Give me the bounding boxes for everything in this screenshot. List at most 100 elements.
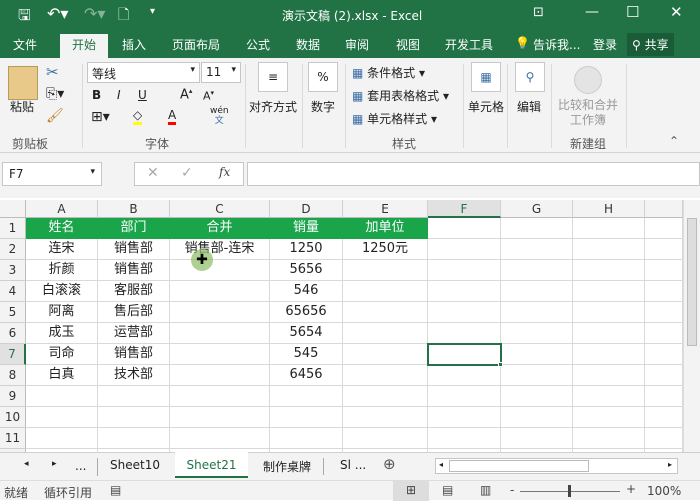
vertical-scrollbar[interactable] [683,200,700,452]
zoom-in-button[interactable]: + [626,482,636,496]
font-color-icon[interactable]: A [168,108,177,125]
paste-button[interactable]: 粘贴 [10,98,34,115]
editing-button[interactable]: 编辑 [517,98,541,115]
cell[interactable] [170,365,270,386]
cell[interactable] [343,260,428,281]
page-layout-view-icon[interactable]: ▤ [442,483,453,497]
horizontal-scrollbar[interactable]: ◂ ▸ [435,458,678,474]
enter-icon[interactable]: ✓ [181,165,193,181]
tab-review[interactable]: 审阅 [345,36,369,53]
cell[interactable] [645,281,683,302]
cell[interactable] [573,407,645,428]
cell[interactable] [170,260,270,281]
prev-sheet-icon[interactable]: ◂ [24,459,29,469]
cell[interactable] [170,407,270,428]
cell[interactable] [501,302,573,323]
cell[interactable] [501,218,573,239]
tab-data[interactable]: 数据 [296,36,320,53]
cell[interactable]: 1250元 [343,239,428,260]
sheet-tab-active[interactable]: Sheet21 [175,452,248,478]
column-header[interactable]: E [343,200,428,218]
cell[interactable] [270,428,343,449]
save-icon[interactable]: 🖫 [18,5,31,30]
cell[interactable]: 销售部 [98,239,170,260]
cell[interactable]: 技术部 [98,365,170,386]
cell[interactable] [26,407,98,428]
cell[interactable]: 白滚滚 [26,281,98,302]
cell[interactable] [170,428,270,449]
zoom-out-button[interactable]: - [510,483,514,497]
cell[interactable] [98,407,170,428]
column-header[interactable]: B [98,200,170,218]
number-button[interactable]: 数字 [311,98,335,115]
font-size-select[interactable]: 11 ▾ [201,62,241,83]
close-icon[interactable]: ✕ [670,3,683,21]
login-link[interactable]: 登录 [593,36,617,53]
next-sheet-icon[interactable]: ▸ [52,459,57,469]
scroll-right-icon[interactable]: ▸ [668,460,672,469]
maximize-icon[interactable]: ☐ [626,3,639,21]
row-header[interactable]: 4 [0,281,26,302]
row-header[interactable]: 2 [0,239,26,260]
font-name-select[interactable]: 等线 ▾ [87,62,200,83]
formula-input[interactable] [247,162,700,186]
undo-icon[interactable]: ↶▾ [47,4,68,23]
cell[interactable] [645,365,683,386]
zoom-slider-thumb[interactable] [568,485,571,497]
row-header[interactable]: 5 [0,302,26,323]
tab-page-layout[interactable]: 页面布局 [172,36,220,53]
cell[interactable] [343,323,428,344]
column-header[interactable]: D [270,200,343,218]
fill-handle[interactable] [498,362,503,367]
cell[interactable]: 运营部 [98,323,170,344]
cell[interactable] [428,302,501,323]
add-sheet-icon[interactable]: ⊕ [383,455,396,473]
cell[interactable] [573,218,645,239]
row-header[interactable]: 10 [0,407,26,428]
cell[interactable] [170,344,270,365]
header-cell[interactable]: 姓名 [26,218,98,239]
cells-button[interactable]: 单元格 [468,98,504,115]
cell[interactable] [98,386,170,407]
cell[interactable] [428,260,501,281]
cell[interactable] [428,407,501,428]
insert-function-icon[interactable]: fx [219,165,230,179]
tab-developer[interactable]: 开发工具 [445,36,493,53]
cell[interactable] [343,302,428,323]
column-header[interactable]: H [573,200,645,218]
more-sheets-button[interactable]: ... [75,459,86,473]
ribbon-display-icon[interactable]: ⊡ [533,5,544,20]
header-cell[interactable]: 销量 [270,218,343,239]
normal-view-icon[interactable]: ⊞ [393,481,429,501]
cell[interactable] [428,218,501,239]
cell[interactable]: 折颜 [26,260,98,281]
table-format-button[interactable]: ▦ 套用表格格式 ▾ [352,87,449,104]
cell[interactable] [645,239,683,260]
cells-icon[interactable]: ▦ [471,62,501,92]
cell[interactable] [428,239,501,260]
cell[interactable] [501,260,573,281]
cell[interactable]: 销售部 [98,260,170,281]
percent-icon[interactable]: % [308,62,338,92]
row-header[interactable]: 6 [0,323,26,344]
tab-home[interactable]: 开始 [60,34,108,58]
share-button[interactable]: ⚲ 共享 [627,33,674,56]
cell[interactable]: 546 [270,281,343,302]
cell[interactable] [428,323,501,344]
row-header[interactable]: 3 [0,260,26,281]
cell[interactable]: 连宋 [26,239,98,260]
column-header[interactable]: G [501,200,573,218]
cell[interactable]: 成玉 [26,323,98,344]
cell[interactable] [645,407,683,428]
cell[interactable] [573,365,645,386]
cell[interactable] [573,386,645,407]
row-header[interactable]: 7 [0,344,26,365]
cell[interactable]: 545 [270,344,343,365]
cell[interactable] [645,344,683,365]
sheet-tab[interactable]: 制作桌牌 [263,458,325,475]
name-box[interactable]: F7 ▾ [2,162,102,186]
new-file-icon[interactable]: 🗋 [118,4,129,28]
cell[interactable] [645,428,683,449]
cell[interactable] [170,323,270,344]
cell[interactable] [343,281,428,302]
